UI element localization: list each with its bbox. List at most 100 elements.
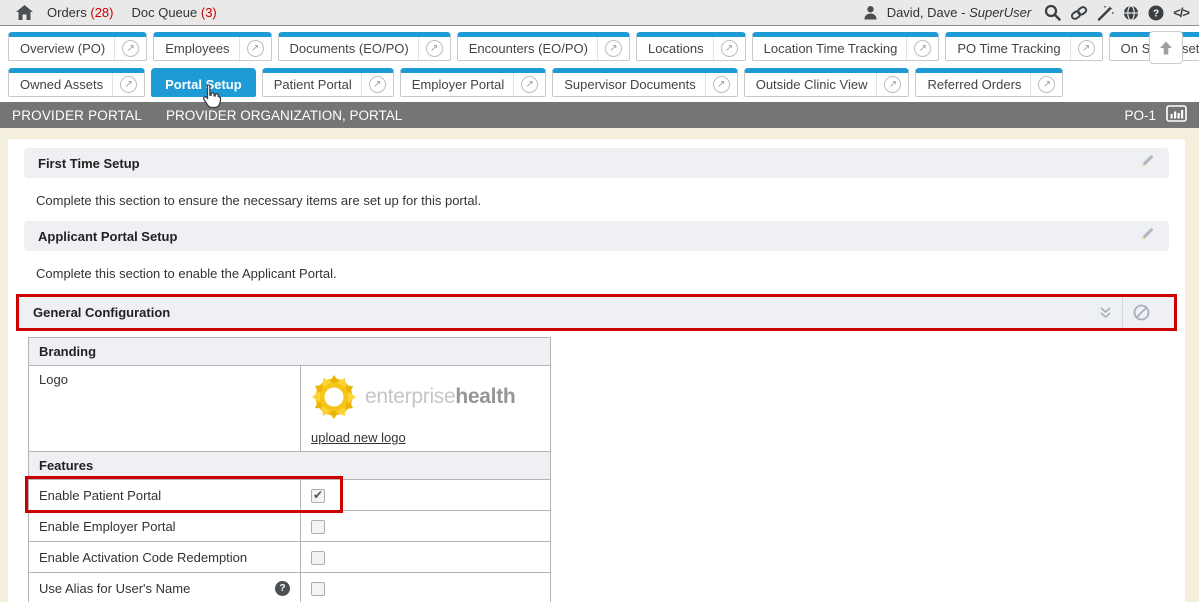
nav-orders-label: Orders [47,5,87,20]
tab-label: Overview (PO) [9,37,114,60]
nav-orders[interactable]: Orders (28) [47,5,113,20]
tab-location-time-tracking[interactable]: Location Time Tracking ↗ [752,32,940,61]
tab-overview-po[interactable]: Overview (PO) ↗ [8,32,147,61]
arrow-up-icon [1158,40,1174,56]
tab-supervisor-documents[interactable]: Supervisor Documents ↗ [552,68,738,97]
user-icon [863,5,878,20]
search-icon[interactable] [1044,4,1061,21]
popout-button[interactable]: ↗ [513,73,545,96]
field-help-icon[interactable]: ? [275,581,290,596]
tab-label: Encounters (EO/PO) [458,37,597,60]
section-first-time-setup[interactable]: First Time Setup [24,148,1169,178]
section-title: First Time Setup [38,156,140,171]
logo-row: Logo [29,366,551,452]
user-name: David, Dave - [887,5,969,20]
top-bar-right: David, Dave - SuperUser ? </> [863,4,1189,21]
popout-button[interactable]: ↗ [361,73,393,96]
feature-row-enable-activation-code-redemption: Enable Activation Code Redemption [29,542,551,573]
tab-referred-orders[interactable]: Referred Orders↗ [915,68,1063,97]
brand-light-text: enterprise [365,385,455,408]
popout-icon: ↗ [884,76,901,93]
disable-slash-icon[interactable] [1123,304,1160,321]
wand-icon[interactable] [1097,5,1114,21]
tab-po-time-tracking[interactable]: PO Time Tracking ↗ [945,32,1102,61]
tab-label: PO Time Tracking [946,37,1069,60]
tab-patient-portal[interactable]: Patient Portal↗ [262,68,394,97]
tab-label: Documents (EO/PO) [279,37,418,60]
enterprise-health-logo-icon [311,374,357,420]
popout-icon: ↗ [713,76,730,93]
section-general-configuration[interactable]: General Configuration [19,297,1174,328]
use-alias-checkbox[interactable] [311,582,325,596]
user-role: SuperUser [969,5,1031,20]
tab-label: Patient Portal [263,73,361,96]
popout-icon: ↗ [1078,40,1095,57]
link-icon[interactable] [1070,5,1088,21]
feature-label: Enable Activation Code Redemption [39,550,247,565]
popout-icon: ↗ [247,40,264,57]
enable-employer-portal-checkbox[interactable] [311,520,325,534]
top-bar: Orders (28) Doc Queue (3) David, Dave - … [0,0,1199,26]
feature-row-use-alias: Use Alias for User's Name ? [29,573,551,602]
tab-label: Supervisor Documents [553,73,705,96]
tab-documents-eo-po[interactable]: Documents (EO/PO) ↗ [278,32,451,61]
tab-row-1: Overview (PO) ↗ Employees↗ Documents (EO/… [8,32,1191,61]
scroll-top-button[interactable] [1149,31,1183,64]
group-header-features: Features [29,452,551,480]
upload-new-logo-link[interactable]: upload new logo [311,430,406,445]
popout-icon: ↗ [914,40,931,57]
section-title: General Configuration [33,305,170,320]
tab-owned-assets[interactable]: Owned Assets↗ [8,68,145,97]
tab-outside-clinic-view[interactable]: Outside Clinic View↗ [744,68,910,97]
popout-icon: ↗ [122,40,139,57]
nav-orders-count: (28) [90,5,113,20]
popout-button[interactable]: ↗ [418,37,450,60]
popout-button[interactable]: ↗ [1030,73,1062,96]
popout-icon: ↗ [426,40,443,57]
tab-portal-setup[interactable]: Portal Setup [151,68,256,97]
nav-doc-queue[interactable]: Doc Queue (3) [131,5,216,20]
home-icon[interactable] [16,5,33,20]
group-header-row: Features [29,452,551,480]
tab-encounters-eo-po[interactable]: Encounters (EO/PO) ↗ [457,32,630,61]
tab-label: Owned Assets [9,73,112,96]
logo-cell: enterprisehealth upload new logo [301,366,551,452]
configuration-table: Branding Logo [28,337,1177,602]
svg-text:?: ? [1153,8,1159,19]
edit-pencil-icon[interactable] [1139,226,1155,247]
section-title: Applicant Portal Setup [38,229,177,244]
popout-button[interactable]: ↗ [597,37,629,60]
popout-button[interactable]: ↗ [114,37,146,60]
top-nav: Orders (28) Doc Queue (3) [47,5,217,20]
feature-label: Use Alias for User's Name [39,581,190,596]
tab-employees[interactable]: Employees↗ [153,32,271,61]
globe-icon[interactable] [1123,5,1139,21]
tab-employer-portal[interactable]: Employer Portal ↗ [400,68,546,97]
code-icon[interactable]: </> [1173,5,1189,20]
popout-button[interactable]: ↗ [1070,37,1102,60]
popout-button[interactable]: ↗ [705,73,737,96]
enable-activation-code-redemption-checkbox[interactable] [311,551,325,565]
tab-locations[interactable]: Locations↗ [636,32,746,61]
popout-button[interactable]: ↗ [112,73,144,96]
help-icon[interactable]: ? [1148,5,1164,21]
feature-row-enable-patient-portal: Enable Patient Portal [29,480,551,511]
tab-label: Employer Portal [401,73,513,96]
enable-patient-portal-checkbox[interactable] [311,489,325,503]
popout-button[interactable]: ↗ [713,37,745,60]
popout-icon: ↗ [521,76,538,93]
chart-icon[interactable] [1166,105,1187,125]
popout-icon: ↗ [605,40,622,57]
popout-button[interactable]: ↗ [876,73,908,96]
popout-button[interactable]: ↗ [239,37,271,60]
section-applicant-portal-setup[interactable]: Applicant Portal Setup [24,221,1169,251]
user-label[interactable]: David, Dave - SuperUser [887,5,1032,20]
popout-icon: ↗ [1038,76,1055,93]
group-header-row: Branding [29,338,551,366]
tab-label: Location Time Tracking [753,37,907,60]
collapse-chevrons-icon[interactable] [1089,306,1122,320]
record-badge: PO-1 [1124,108,1156,123]
feature-label: Enable Patient Portal [39,488,161,503]
edit-pencil-icon[interactable] [1139,153,1155,174]
popout-button[interactable]: ↗ [906,37,938,60]
